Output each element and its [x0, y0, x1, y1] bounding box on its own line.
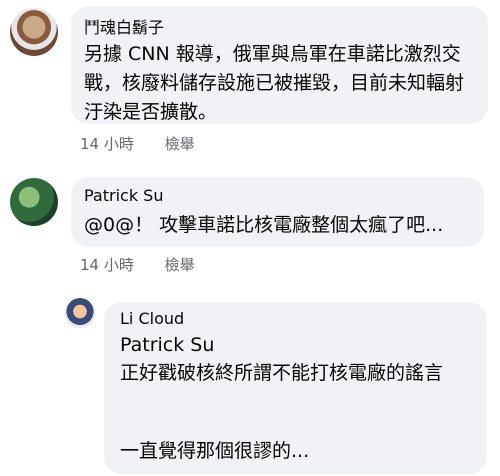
avatar[interactable]	[10, 178, 58, 226]
reply-text-last: 一直覺得那個很謬的...	[120, 440, 310, 462]
reply-text: 正好戳破核終所謂不能打核電廠的謠言	[120, 362, 444, 384]
report-link[interactable]: 檢舉	[165, 256, 195, 274]
comment-author[interactable]: 鬥魂白鬍子	[84, 14, 164, 38]
reply-mention[interactable]: Patrick Su	[120, 334, 214, 356]
comment-text: 另據 CNN 報導，俄軍與烏軍在車諾比激烈交戰，核廢料儲存設施已被摧毀，目前未知…	[84, 43, 465, 123]
comment-meta: 14 小時 檢舉	[80, 133, 221, 154]
report-link[interactable]: 檢舉	[165, 135, 195, 153]
reply-avatar[interactable]	[65, 298, 95, 328]
reply-author[interactable]: Li Cloud	[120, 309, 184, 328]
comment-meta: 14 小時 檢舉	[80, 254, 221, 275]
avatar[interactable]	[10, 8, 58, 56]
comment-author[interactable]: Patrick Su	[84, 186, 163, 205]
comment-timestamp[interactable]: 14 小時	[80, 135, 134, 153]
comment-timestamp[interactable]: 14 小時	[80, 256, 134, 274]
comment-text: @0@！ 攻擊車諾比核電廠整個太瘋了吧...	[84, 214, 444, 236]
